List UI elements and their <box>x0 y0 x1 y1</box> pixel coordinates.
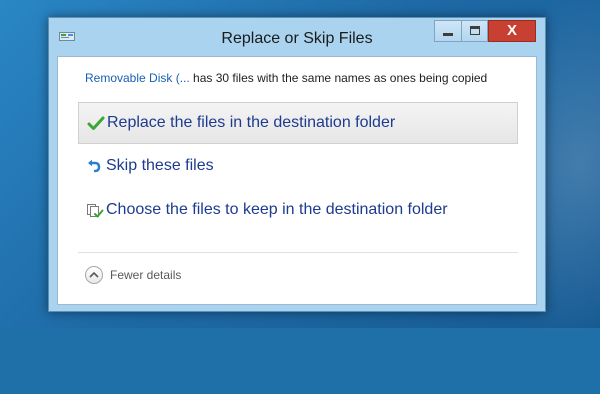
source-message-text: has 30 files with the same names as ones… <box>189 71 488 85</box>
choose-files-option[interactable]: Choose the files to keep in the destinat… <box>78 190 518 232</box>
replace-or-skip-dialog: Replace or Skip Files X Removable Disk (… <box>48 17 546 312</box>
fewer-details-label: Fewer details <box>110 268 182 282</box>
chevron-up-icon <box>85 266 103 284</box>
source-drive-link[interactable]: Removable Disk (... <box>85 71 190 85</box>
choose-files-label: Choose the files to keep in the destinat… <box>106 201 448 218</box>
minimize-button[interactable] <box>434 20 461 42</box>
replace-files-option[interactable]: Replace the files in the destination fol… <box>78 102 518 144</box>
skip-arrow-icon <box>88 159 101 173</box>
footer-divider <box>78 252 518 253</box>
skip-files-option[interactable]: Skip these files <box>78 146 518 188</box>
source-message: Removable Disk (... has 30 files with th… <box>85 71 487 85</box>
minimize-icon <box>443 33 453 36</box>
maximize-button[interactable] <box>461 20 488 42</box>
maximize-icon <box>470 26 480 35</box>
close-icon: X <box>506 22 517 39</box>
replace-files-label: Replace the files in the destination fol… <box>107 114 396 131</box>
choose-files-icon <box>87 204 104 218</box>
skip-files-label: Skip these files <box>106 157 214 174</box>
close-button[interactable]: X <box>488 20 536 42</box>
title-bar[interactable]: Replace or Skip Files X <box>49 18 545 56</box>
dialog-content: Removable Disk (... has 30 files with th… <box>57 56 537 305</box>
checkmark-icon <box>87 116 105 130</box>
